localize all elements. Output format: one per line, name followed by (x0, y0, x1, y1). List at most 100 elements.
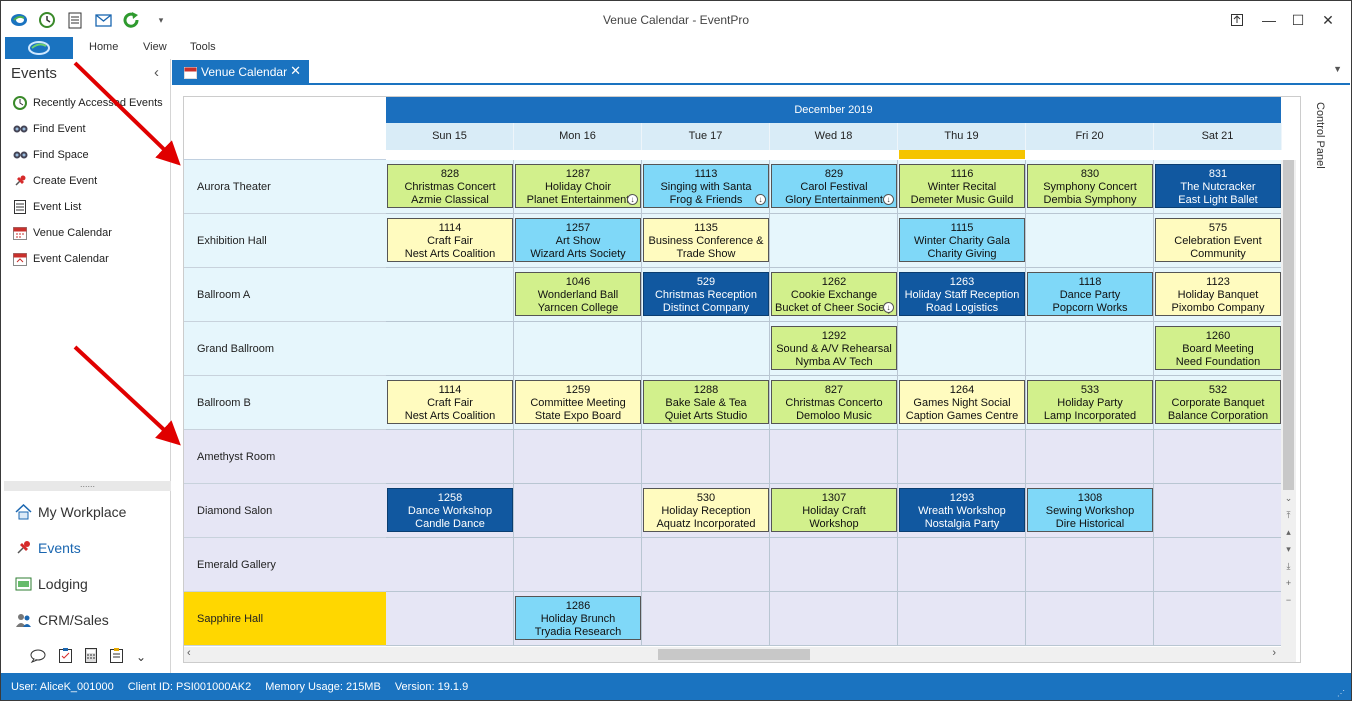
nav-item-event-list[interactable]: Event List (12, 196, 81, 218)
close-tab-icon[interactable]: ✕ (290, 63, 301, 79)
calendar-cell[interactable] (770, 430, 898, 484)
control-panel-tab[interactable]: Control Panel (1308, 96, 1336, 186)
nav-item-find-space[interactable]: Find Space (12, 144, 89, 166)
event-block[interactable]: 828 Christmas Concert Azmie Classical (387, 164, 513, 208)
calendar-cell[interactable] (642, 538, 770, 592)
horizontal-scroll-thumb[interactable] (658, 649, 810, 660)
day-header[interactable]: Fri 20 (1026, 123, 1154, 150)
event-block[interactable]: 1116 Winter Recital Demeter Music Guild (899, 164, 1025, 208)
event-block[interactable]: 530 Holiday Reception Aquatz Incorporated (643, 488, 769, 532)
scroll-up-icon[interactable]: ▴ (1281, 524, 1296, 541)
vertical-scrollbar[interactable]: ⌄ ⤒ ▴ ▾ ⤓ + − (1281, 160, 1296, 647)
calendar-cell[interactable] (386, 322, 514, 376)
event-block[interactable]: 1263 Holiday Staff Reception Road Logistic… (899, 272, 1025, 316)
event-block[interactable]: 1046 Wonderland Ball Yarncen College (515, 272, 641, 316)
event-block[interactable]: 1292 Sound & A/V Rehearsal Nymba AV Tech (771, 326, 897, 370)
calendar-cell[interactable] (898, 430, 1026, 484)
event-block[interactable]: 1287 Holiday Choir Planet Entertainment ↓ (515, 164, 641, 208)
calendar-cell[interactable] (898, 592, 1026, 646)
nav-item-recently-accessed[interactable]: Recently Accessed Events (12, 92, 163, 114)
event-block[interactable]: 1258 Dance Workshop Candle Dance (387, 488, 513, 532)
calendar-cell[interactable] (1026, 592, 1154, 646)
calendar-cell[interactable] (514, 430, 642, 484)
tab-home[interactable]: Home (89, 41, 118, 53)
horizontal-scrollbar[interactable]: ‹ › (184, 647, 1296, 662)
event-block[interactable]: 1260 Board Meeting Need Foundation (1155, 326, 1281, 370)
calendar-cell[interactable] (1026, 214, 1154, 268)
calendar-cell[interactable] (386, 538, 514, 592)
day-header[interactable]: Mon 16 (514, 123, 642, 150)
chevron-left-icon[interactable]: ‹ (154, 64, 159, 81)
calendar-cell[interactable] (1154, 430, 1282, 484)
nav-item-event-calendar[interactable]: Event Calendar (12, 248, 109, 270)
calendar-cell[interactable] (514, 322, 642, 376)
nav-splitter[interactable]: ...... (4, 480, 171, 491)
event-block[interactable]: 532 Corporate Banquet Balance Corporation (1155, 380, 1281, 424)
event-block[interactable]: 1114 Craft Fair Nest Arts Coalition (387, 380, 513, 424)
event-block[interactable]: 1293 Wreath Workshop Nostalgia Party (899, 488, 1025, 532)
module-my-workplace[interactable]: My Workplace (14, 499, 126, 525)
calendar-cell[interactable] (642, 322, 770, 376)
calendar-cell[interactable] (1154, 538, 1282, 592)
scroll-down-icon[interactable]: ⌄ (1281, 490, 1296, 507)
event-block[interactable]: 1308 Sewing Workshop Dire Historical (1027, 488, 1153, 532)
calendar-cell[interactable] (770, 592, 898, 646)
event-block[interactable]: 831 The Nutcracker East Light Ballet (1155, 164, 1281, 208)
room-header[interactable]: Exhibition Hall (184, 214, 386, 268)
tab-venue-calendar[interactable]: Venue Calendar ✕ (172, 60, 309, 84)
room-header[interactable]: Grand Ballroom (184, 322, 386, 376)
scroll-top-icon[interactable]: ⤒ (1281, 507, 1296, 524)
calendar-cell[interactable] (514, 538, 642, 592)
maximize-icon[interactable]: ☐ (1284, 9, 1312, 31)
calendar-cell[interactable] (514, 484, 642, 538)
event-block[interactable]: 1259 Committee Meeting State Expo Board (515, 380, 641, 424)
calendar-cell[interactable] (1154, 592, 1282, 646)
day-header[interactable]: Wed 18 (770, 123, 898, 150)
chat-bubble-icon[interactable] (30, 649, 46, 666)
calendar-cell[interactable] (898, 322, 1026, 376)
event-block[interactable]: 529 Christmas Reception Distinct Company (643, 272, 769, 316)
room-header[interactable]: Amethyst Room (184, 430, 386, 484)
event-block[interactable]: 1115 Winter Charity Gala Charity Giving (899, 218, 1025, 262)
scroll-down-small-icon[interactable]: ▾ (1281, 541, 1296, 558)
room-header[interactable]: Ballroom B (184, 376, 386, 430)
calendar-cell[interactable] (898, 538, 1026, 592)
day-header[interactable]: Sun 15 (386, 123, 514, 150)
tab-tools[interactable]: Tools (190, 41, 216, 53)
event-block[interactable]: 1286 Holiday Brunch Tryadia Research (515, 596, 641, 640)
event-block[interactable]: 827 Christmas Concerto Demoloo Music (771, 380, 897, 424)
close-icon[interactable]: ✕ (1314, 9, 1342, 31)
event-block[interactable]: 1262 Cookie Exchange Bucket of Cheer Socie… (771, 272, 897, 316)
download-icon[interactable]: ↓ (883, 194, 894, 205)
room-header[interactable]: Emerald Gallery (184, 538, 386, 592)
event-block[interactable]: 830 Symphony Concert Dembia Symphony (1027, 164, 1153, 208)
module-lodging[interactable]: Lodging (14, 571, 88, 597)
event-block[interactable]: 1118 Dance Party Popcorn Works (1027, 272, 1153, 316)
room-header[interactable]: Ballroom A (184, 268, 386, 322)
calendar-cell[interactable] (1026, 430, 1154, 484)
calendar-cell[interactable] (1154, 484, 1282, 538)
vertical-scroll-thumb[interactable] (1283, 160, 1294, 490)
app-menu-button[interactable] (5, 37, 73, 59)
event-block[interactable]: 1288 Bake Sale & Tea Quiet Arts Studio (643, 380, 769, 424)
nav-item-venue-calendar[interactable]: Venue Calendar (12, 222, 112, 244)
event-block[interactable]: 1113 Singing with Santa Frog & Friends ↓ (643, 164, 769, 208)
calendar-cell[interactable] (642, 592, 770, 646)
calculator-icon[interactable] (85, 648, 97, 666)
clipboard-check-icon[interactable] (59, 648, 72, 666)
event-block[interactable]: 1257 Art Show Wizard Arts Society (515, 218, 641, 262)
event-block[interactable]: 1135 Business Conference & Trade Show (643, 218, 769, 262)
calendar-cell[interactable] (386, 592, 514, 646)
calendar-cell[interactable] (386, 268, 514, 322)
download-icon[interactable]: ↓ (883, 302, 894, 313)
calendar-cell[interactable] (1026, 322, 1154, 376)
calendar-cell[interactable] (642, 430, 770, 484)
module-crm-sales[interactable]: CRM/Sales (14, 607, 109, 633)
resize-grip-icon[interactable]: ⋰ (1337, 689, 1345, 698)
event-block[interactable]: 1123 Holiday Banquet Pixombo Company (1155, 272, 1281, 316)
minimize-icon[interactable]: — (1255, 9, 1283, 31)
zoom-out-icon[interactable]: − (1281, 592, 1296, 609)
event-block[interactable]: 575 Celebration Event Community (1155, 218, 1281, 262)
room-header[interactable]: Sapphire Hall (184, 592, 386, 646)
day-header[interactable]: Tue 17 (642, 123, 770, 150)
